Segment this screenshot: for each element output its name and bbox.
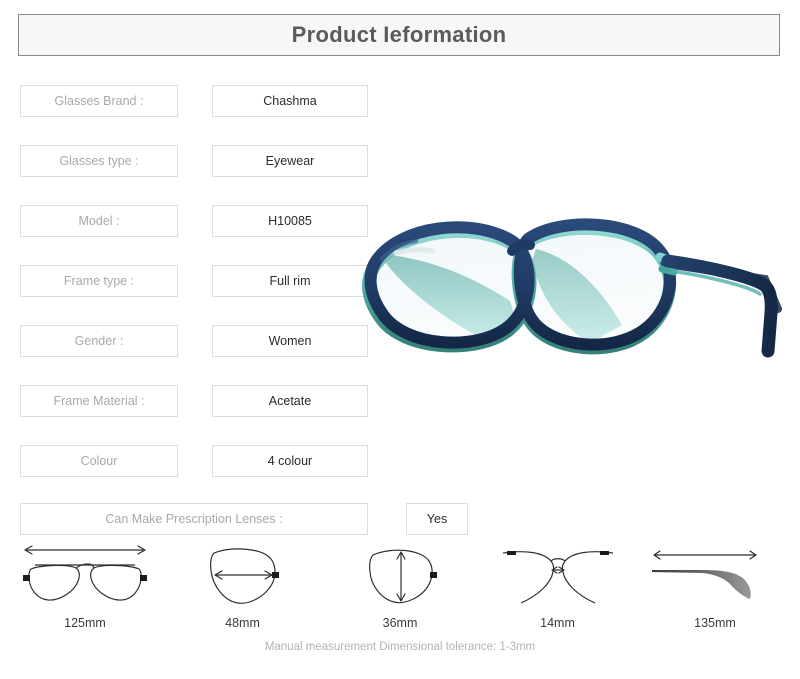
spec-row: Frame type : Full rim	[20, 265, 372, 297]
spec-label-frame-type: Frame type :	[20, 265, 178, 297]
spec-label-text: Colour	[80, 454, 118, 468]
spec-value-gender: Women	[212, 325, 368, 357]
spec-label-text: Glasses type :	[59, 154, 139, 168]
spec-value-frame-type: Full rim	[212, 265, 368, 297]
eyeglasses-illustration	[362, 218, 782, 358]
spec-label-text: Glasses Brand :	[54, 94, 144, 108]
spec-label-frame-material: Frame Material :	[20, 385, 178, 417]
spec-value-text: Women	[268, 334, 312, 348]
product-photo	[360, 205, 790, 385]
prescription-row: Can Make Prescription Lenses : Yes	[20, 503, 468, 535]
spec-row: Colour 4 colour	[20, 445, 372, 477]
spec-label-text: Frame Material :	[53, 394, 145, 408]
spec-list: Glasses Brand : Chashma Glasses type : E…	[20, 85, 372, 505]
dimension-item-lens-width: 48mm	[168, 538, 318, 630]
spec-label-text: Gender :	[74, 334, 124, 348]
spec-row: Gender : Women	[20, 325, 372, 357]
spec-label-text: Frame type :	[63, 274, 135, 288]
lens-height-icon	[325, 538, 475, 610]
lens-width-icon	[168, 538, 318, 610]
spec-value-text: 4 colour	[267, 454, 313, 468]
dimension-caption: 48mm	[225, 616, 260, 630]
spec-label-colour: Colour	[20, 445, 178, 477]
spec-value-frame-material: Acetate	[212, 385, 368, 417]
dimension-caption: 14mm	[540, 616, 575, 630]
tolerance-note: Manual measurement Dimensional tolerance…	[264, 641, 536, 653]
prescription-label-text: Can Make Prescription Lenses :	[105, 512, 283, 526]
spec-row: Frame Material : Acetate	[20, 385, 372, 417]
spec-row: Model : H10085	[20, 205, 372, 237]
spec-value-glasses-type: Eyewear	[212, 145, 368, 177]
dimension-caption: 125mm	[64, 616, 106, 630]
prescription-label-box: Can Make Prescription Lenses :	[20, 503, 368, 535]
prescription-value-text: Yes	[426, 512, 448, 526]
dimension-caption: 135mm	[694, 616, 736, 630]
spec-label-glasses-brand: Glasses Brand :	[20, 85, 178, 117]
dimension-caption: 36mm	[382, 616, 418, 630]
dimension-diagram-strip: 125mm 48mm 36mm 14mm 135mm	[10, 538, 790, 630]
temple-length-icon	[640, 538, 790, 610]
spec-value-text: H10085	[268, 214, 312, 228]
spec-label-glasses-type: Glasses type :	[20, 145, 178, 177]
spec-value-text: Acetate	[268, 394, 312, 408]
dimension-item-bridge-width: 14mm	[483, 538, 633, 630]
dimension-item-lens-height: 36mm	[325, 538, 475, 630]
page-title: Product Ieformation	[291, 22, 507, 47]
prescription-value-box: Yes	[406, 503, 468, 535]
spec-value-text: Eyewear	[265, 154, 315, 168]
dimension-item-frame-width: 125mm	[10, 538, 160, 630]
page-header-bar: Product Ieformation	[18, 14, 780, 56]
spec-value-glasses-brand: Chashma	[212, 85, 368, 117]
spec-row: Glasses Brand : Chashma	[20, 85, 372, 117]
spec-value-model: H10085	[212, 205, 368, 237]
spec-label-gender: Gender :	[20, 325, 178, 357]
spec-value-text: Full rim	[269, 274, 311, 288]
dimension-item-temple-length: 135mm	[640, 538, 790, 630]
spec-value-text: Chashma	[263, 94, 317, 108]
bridge-width-icon	[483, 538, 633, 610]
spec-value-colour: 4 colour	[212, 445, 368, 477]
spec-label-model: Model :	[20, 205, 178, 237]
frame-front-width-icon	[10, 538, 160, 610]
spec-row: Glasses type : Eyewear	[20, 145, 372, 177]
spec-label-text: Model :	[78, 214, 120, 228]
